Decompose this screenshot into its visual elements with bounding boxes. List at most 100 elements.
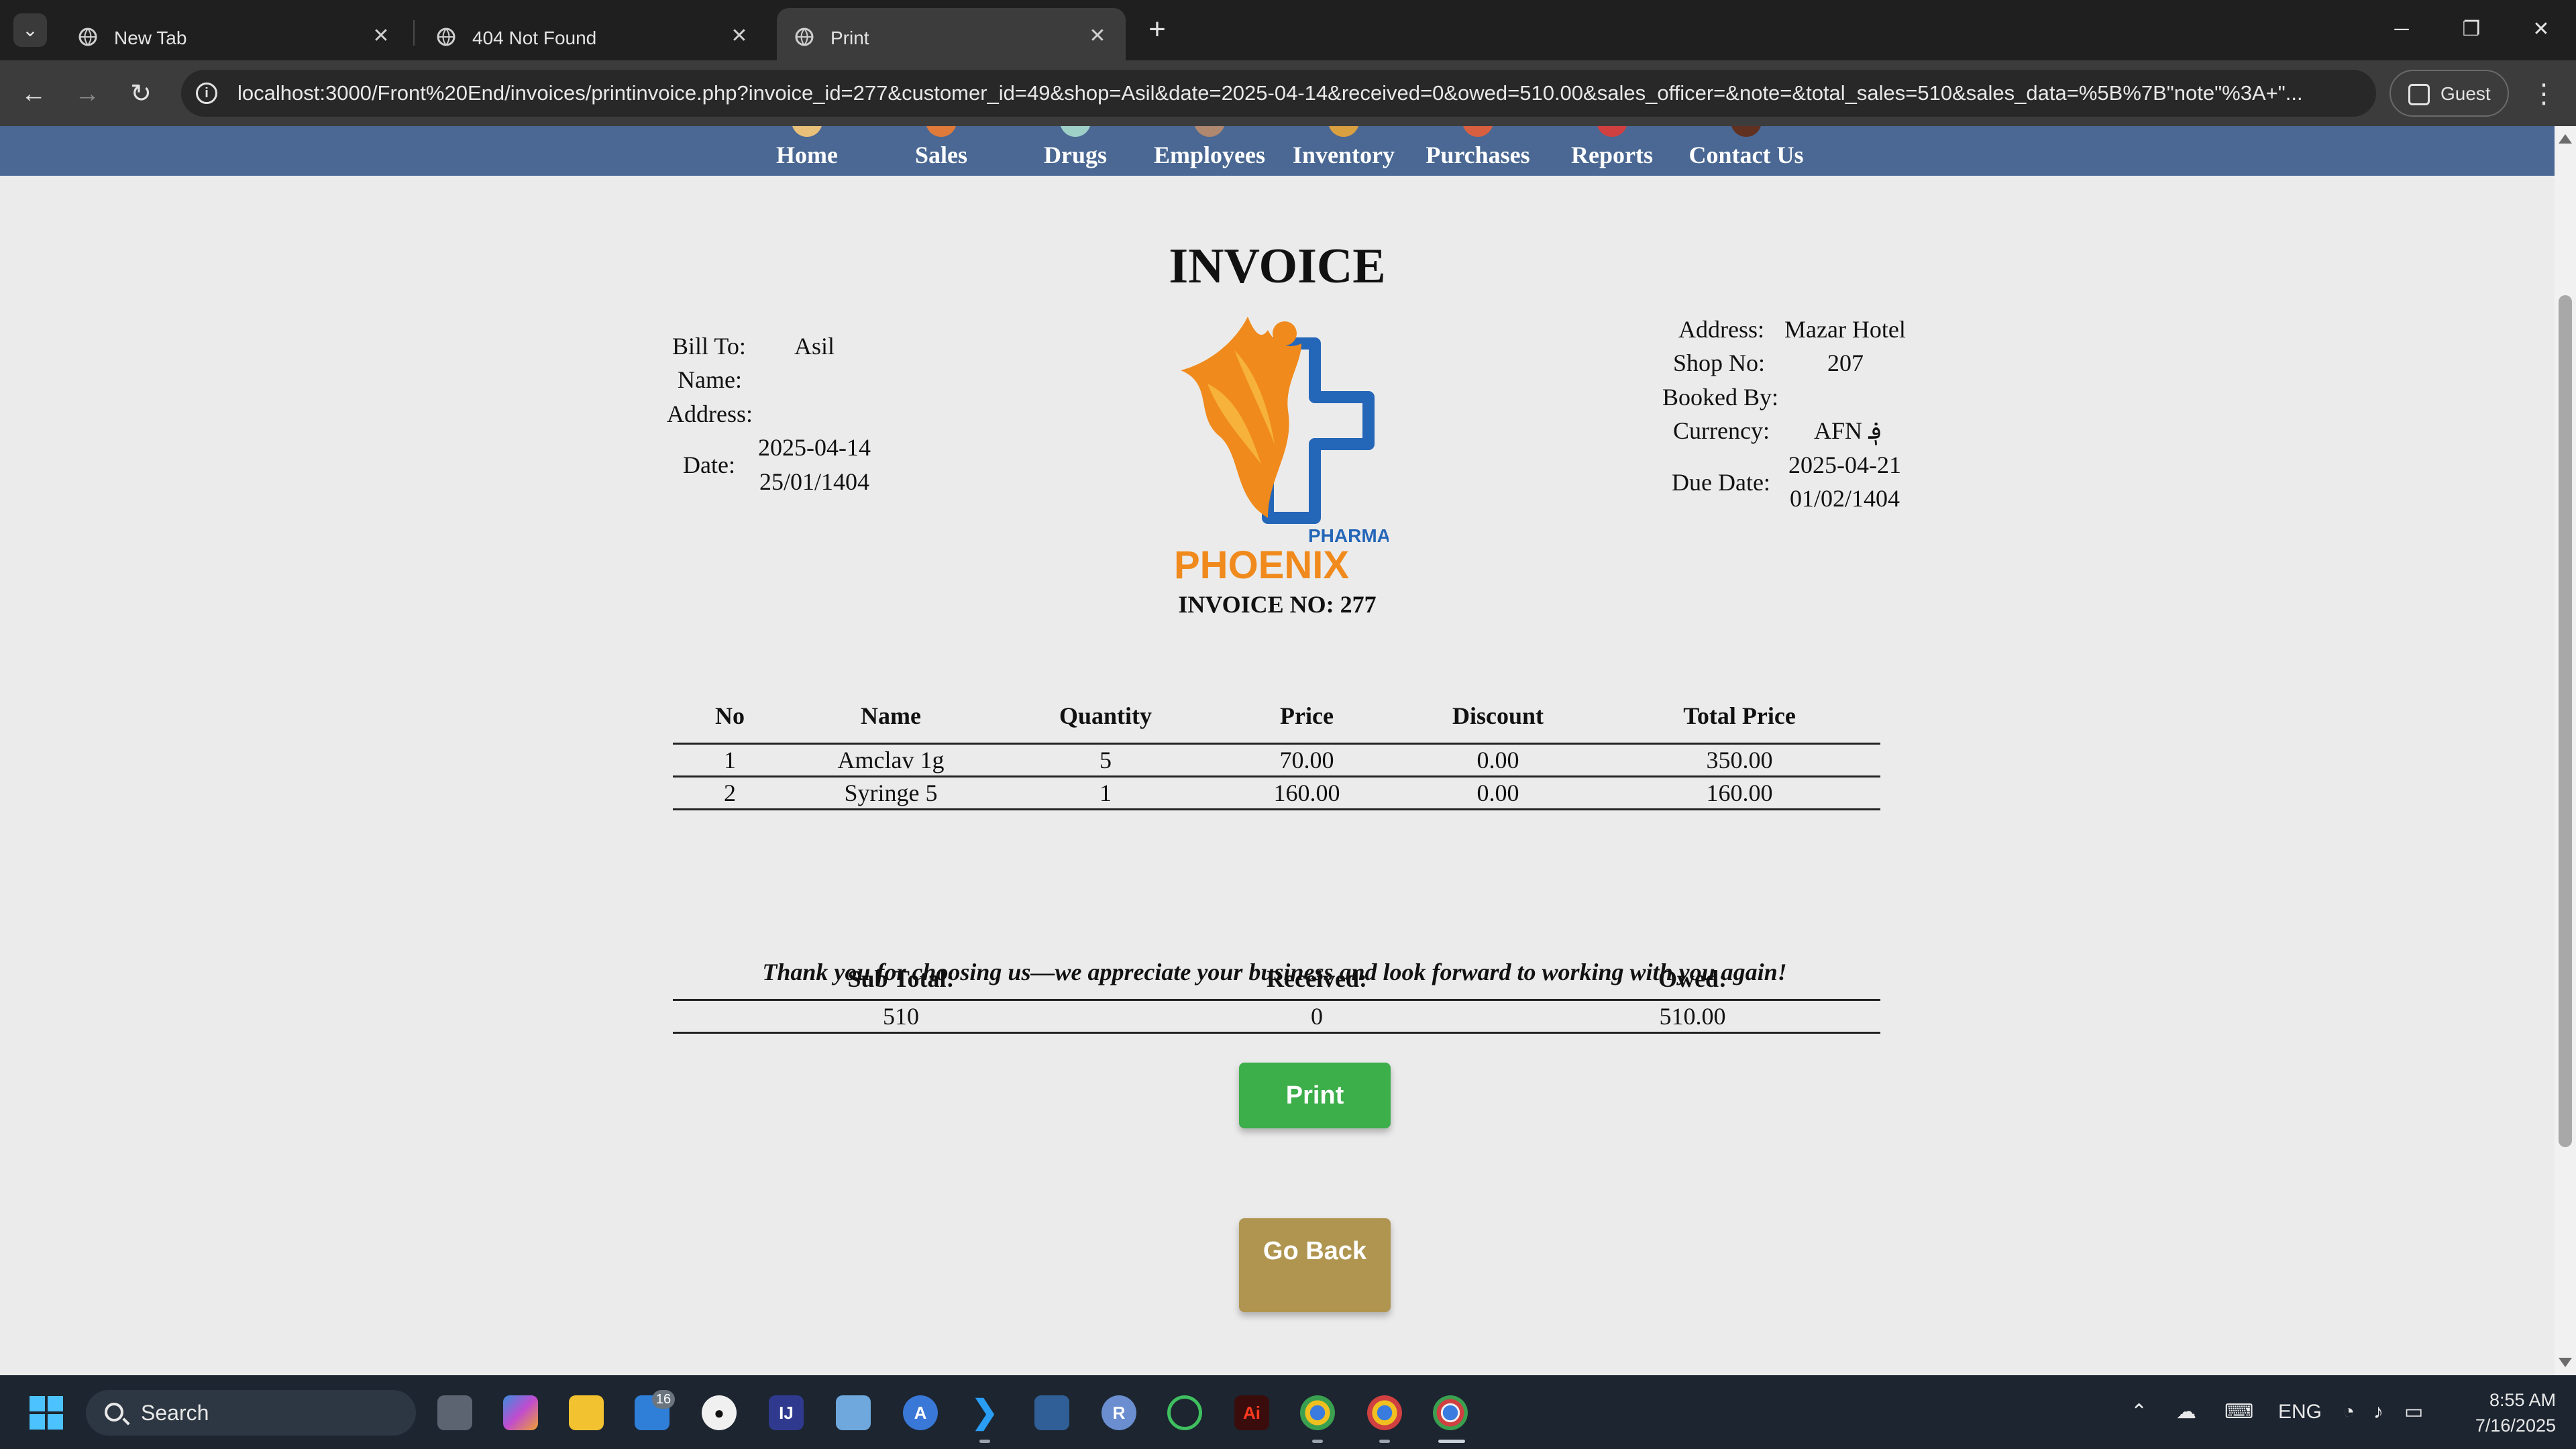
wifi-icon[interactable]: ◔ — [2343, 1397, 2355, 1428]
taskbar-clock[interactable]: 8:55 AM 7/16/2025 — [2442, 1387, 2556, 1438]
cell-total-price: 160.00 — [1599, 776, 1880, 810]
mysql-workbench-icon[interactable] — [1034, 1395, 1069, 1430]
thank-you-note: Thank you for choosing us—we appreciate … — [762, 959, 1787, 985]
battery-icon[interactable]: ▭ — [2404, 1397, 2423, 1428]
address-bar[interactable]: i localhost:3000/Front%20End/invoices/pr… — [181, 70, 2376, 117]
chrome-profile-2-icon[interactable] — [1367, 1395, 1402, 1430]
windows-start-icon[interactable] — [30, 1396, 63, 1430]
progress-app-icon[interactable] — [1167, 1395, 1202, 1430]
tab-close-icon[interactable]: ✕ — [726, 23, 753, 50]
invoice-number: INVOICE NO: 277 — [1178, 591, 1377, 618]
scroll-up-icon[interactable] — [2559, 134, 2572, 144]
language-indicator[interactable]: ENG — [2278, 1397, 2322, 1428]
taskbar-search-box[interactable]: Search — [86, 1390, 416, 1436]
task-view-icon[interactable] — [437, 1395, 472, 1430]
cell-no: 1 — [673, 743, 787, 777]
totals-row: 510 0 510.00 — [673, 1000, 1880, 1034]
owed-value: 510.00 — [1505, 1000, 1880, 1034]
nav-sales[interactable]: Sales — [899, 126, 983, 176]
nav-employees[interactable]: Employees — [1147, 126, 1272, 176]
jetbrains-icon[interactable]: IJ — [769, 1395, 804, 1430]
page-scrollbar[interactable] — [2555, 126, 2576, 1375]
bill-to-value: Asil — [794, 333, 835, 360]
tab-title: Print — [830, 28, 869, 48]
nav-reports[interactable]: Reports — [1550, 126, 1674, 176]
globe-icon — [795, 28, 814, 46]
copilot-icon[interactable] — [503, 1395, 538, 1430]
file-explorer-icon[interactable] — [569, 1395, 604, 1430]
cell-quantity: 5 — [995, 743, 1216, 777]
cell-discount: 0.00 — [1397, 743, 1599, 777]
onedrive-icon[interactable]: ☁ — [2176, 1397, 2196, 1428]
inventory-icon — [1328, 126, 1359, 137]
chrome-active-icon[interactable] — [1433, 1395, 1468, 1430]
bill-to-label: Bill To: — [672, 333, 746, 360]
profile-button[interactable]: Guest — [2390, 70, 2509, 117]
drugs-icon — [1060, 126, 1091, 137]
invoice-items-table: No Name Quantity Price Discount Total Pr… — [673, 690, 1880, 810]
print-button[interactable]: Print — [1239, 1063, 1391, 1128]
volume-icon[interactable]: ♪ — [2373, 1397, 2383, 1428]
currency-value: AFN ؋ — [1814, 417, 1883, 444]
tab-print[interactable]: Print ✕ — [777, 8, 1126, 60]
r-app-icon[interactable]: R — [1102, 1395, 1136, 1430]
go-back-button[interactable]: Go Back — [1239, 1218, 1391, 1312]
sales-icon — [926, 126, 957, 137]
site-info-icon[interactable]: i — [196, 83, 217, 104]
invoice-title: INVOICE — [1169, 239, 1386, 294]
subtotal-value: 510 — [673, 1000, 1129, 1034]
tab-search-chevron-icon[interactable]: ⌄ — [13, 13, 47, 47]
nav-contact-us[interactable]: Contact Us — [1677, 126, 1815, 176]
tab-404-not-found[interactable]: 404 Not Found ✕ — [419, 8, 767, 60]
address-label: Address: — [667, 400, 753, 427]
cell-discount: 0.00 — [1397, 776, 1599, 810]
tab-close-icon[interactable]: ✕ — [1084, 23, 1111, 50]
shop-address-label: Address: — [1678, 316, 1764, 343]
nav-drugs[interactable]: Drugs — [1033, 126, 1118, 176]
logo-phoenix-text: PHOENIX — [1174, 543, 1349, 585]
chrome-profile-1-icon[interactable] — [1300, 1395, 1335, 1430]
currency-label: Currency: — [1673, 417, 1770, 444]
browser-menu-icon[interactable]: ⋮ — [2525, 75, 2563, 113]
illustrator-icon[interactable]: Ai — [1234, 1395, 1269, 1430]
cell-name: Amclav 1g — [787, 743, 995, 777]
tab-close-icon[interactable]: ✕ — [368, 23, 394, 50]
new-tab-plus-icon[interactable]: + — [1140, 13, 1174, 47]
scrollbar-thumb[interactable] — [2559, 295, 2572, 1147]
github-icon[interactable]: ● — [702, 1395, 737, 1430]
address-bar-url[interactable]: localhost:3000/Front%20End/invoices/prin… — [237, 81, 2364, 105]
nav-purchases[interactable]: Purchases — [1415, 126, 1540, 176]
scroll-down-icon[interactable] — [2559, 1358, 2572, 1367]
table-row: 2 Syringe 5 1 160.00 0.00 160.00 — [673, 776, 1880, 810]
a-app-icon[interactable]: A — [903, 1395, 938, 1430]
col-name: Name — [787, 690, 995, 745]
virtualbox-icon[interactable] — [836, 1395, 871, 1430]
col-no: No — [673, 690, 787, 745]
shop-address-value: Mazar Hotel — [1784, 316, 1906, 343]
restore-icon[interactable]: ❐ — [2438, 9, 2505, 50]
table-row: 1 Amclav 1g 5 70.00 0.00 350.00 — [673, 743, 1880, 777]
nav-drugs-label: Drugs — [1043, 142, 1107, 168]
tab-new-tab[interactable]: New Tab ✕ — [60, 8, 409, 60]
reports-icon — [1597, 126, 1627, 137]
tab-separator — [413, 20, 415, 46]
nav-inventory[interactable]: Inventory — [1281, 126, 1406, 176]
minimize-icon[interactable]: ─ — [2368, 9, 2435, 50]
cell-no: 2 — [673, 776, 787, 810]
show-hidden-icons-chevron-icon[interactable]: ⌃ — [2131, 1397, 2147, 1428]
table-header-row: No Name Quantity Price Discount Total Pr… — [673, 690, 1880, 745]
browser-toolbar: ← → ↻ i localhost:3000/Front%20End/invoi… — [0, 60, 2576, 126]
reload-icon[interactable]: ↻ — [122, 75, 160, 113]
nav-contact-us-label: Contact Us — [1688, 142, 1804, 168]
active-indicator — [1438, 1440, 1465, 1443]
nav-home[interactable]: Home — [765, 126, 849, 176]
go-back-label: Go Back — [1263, 1237, 1367, 1265]
close-window-icon[interactable]: ✕ — [2508, 9, 2575, 50]
forward-arrow-icon[interactable]: → — [68, 75, 106, 113]
home-icon — [792, 126, 822, 137]
nav-inventory-label: Inventory — [1293, 142, 1395, 168]
back-arrow-icon[interactable]: ← — [15, 75, 52, 113]
vscode-icon[interactable]: ❯ — [967, 1395, 1002, 1430]
keyboard-icon[interactable]: ⌨ — [2224, 1397, 2253, 1428]
page-viewport: Home Sales Drugs Employees Inventory Pur… — [0, 126, 2555, 1375]
